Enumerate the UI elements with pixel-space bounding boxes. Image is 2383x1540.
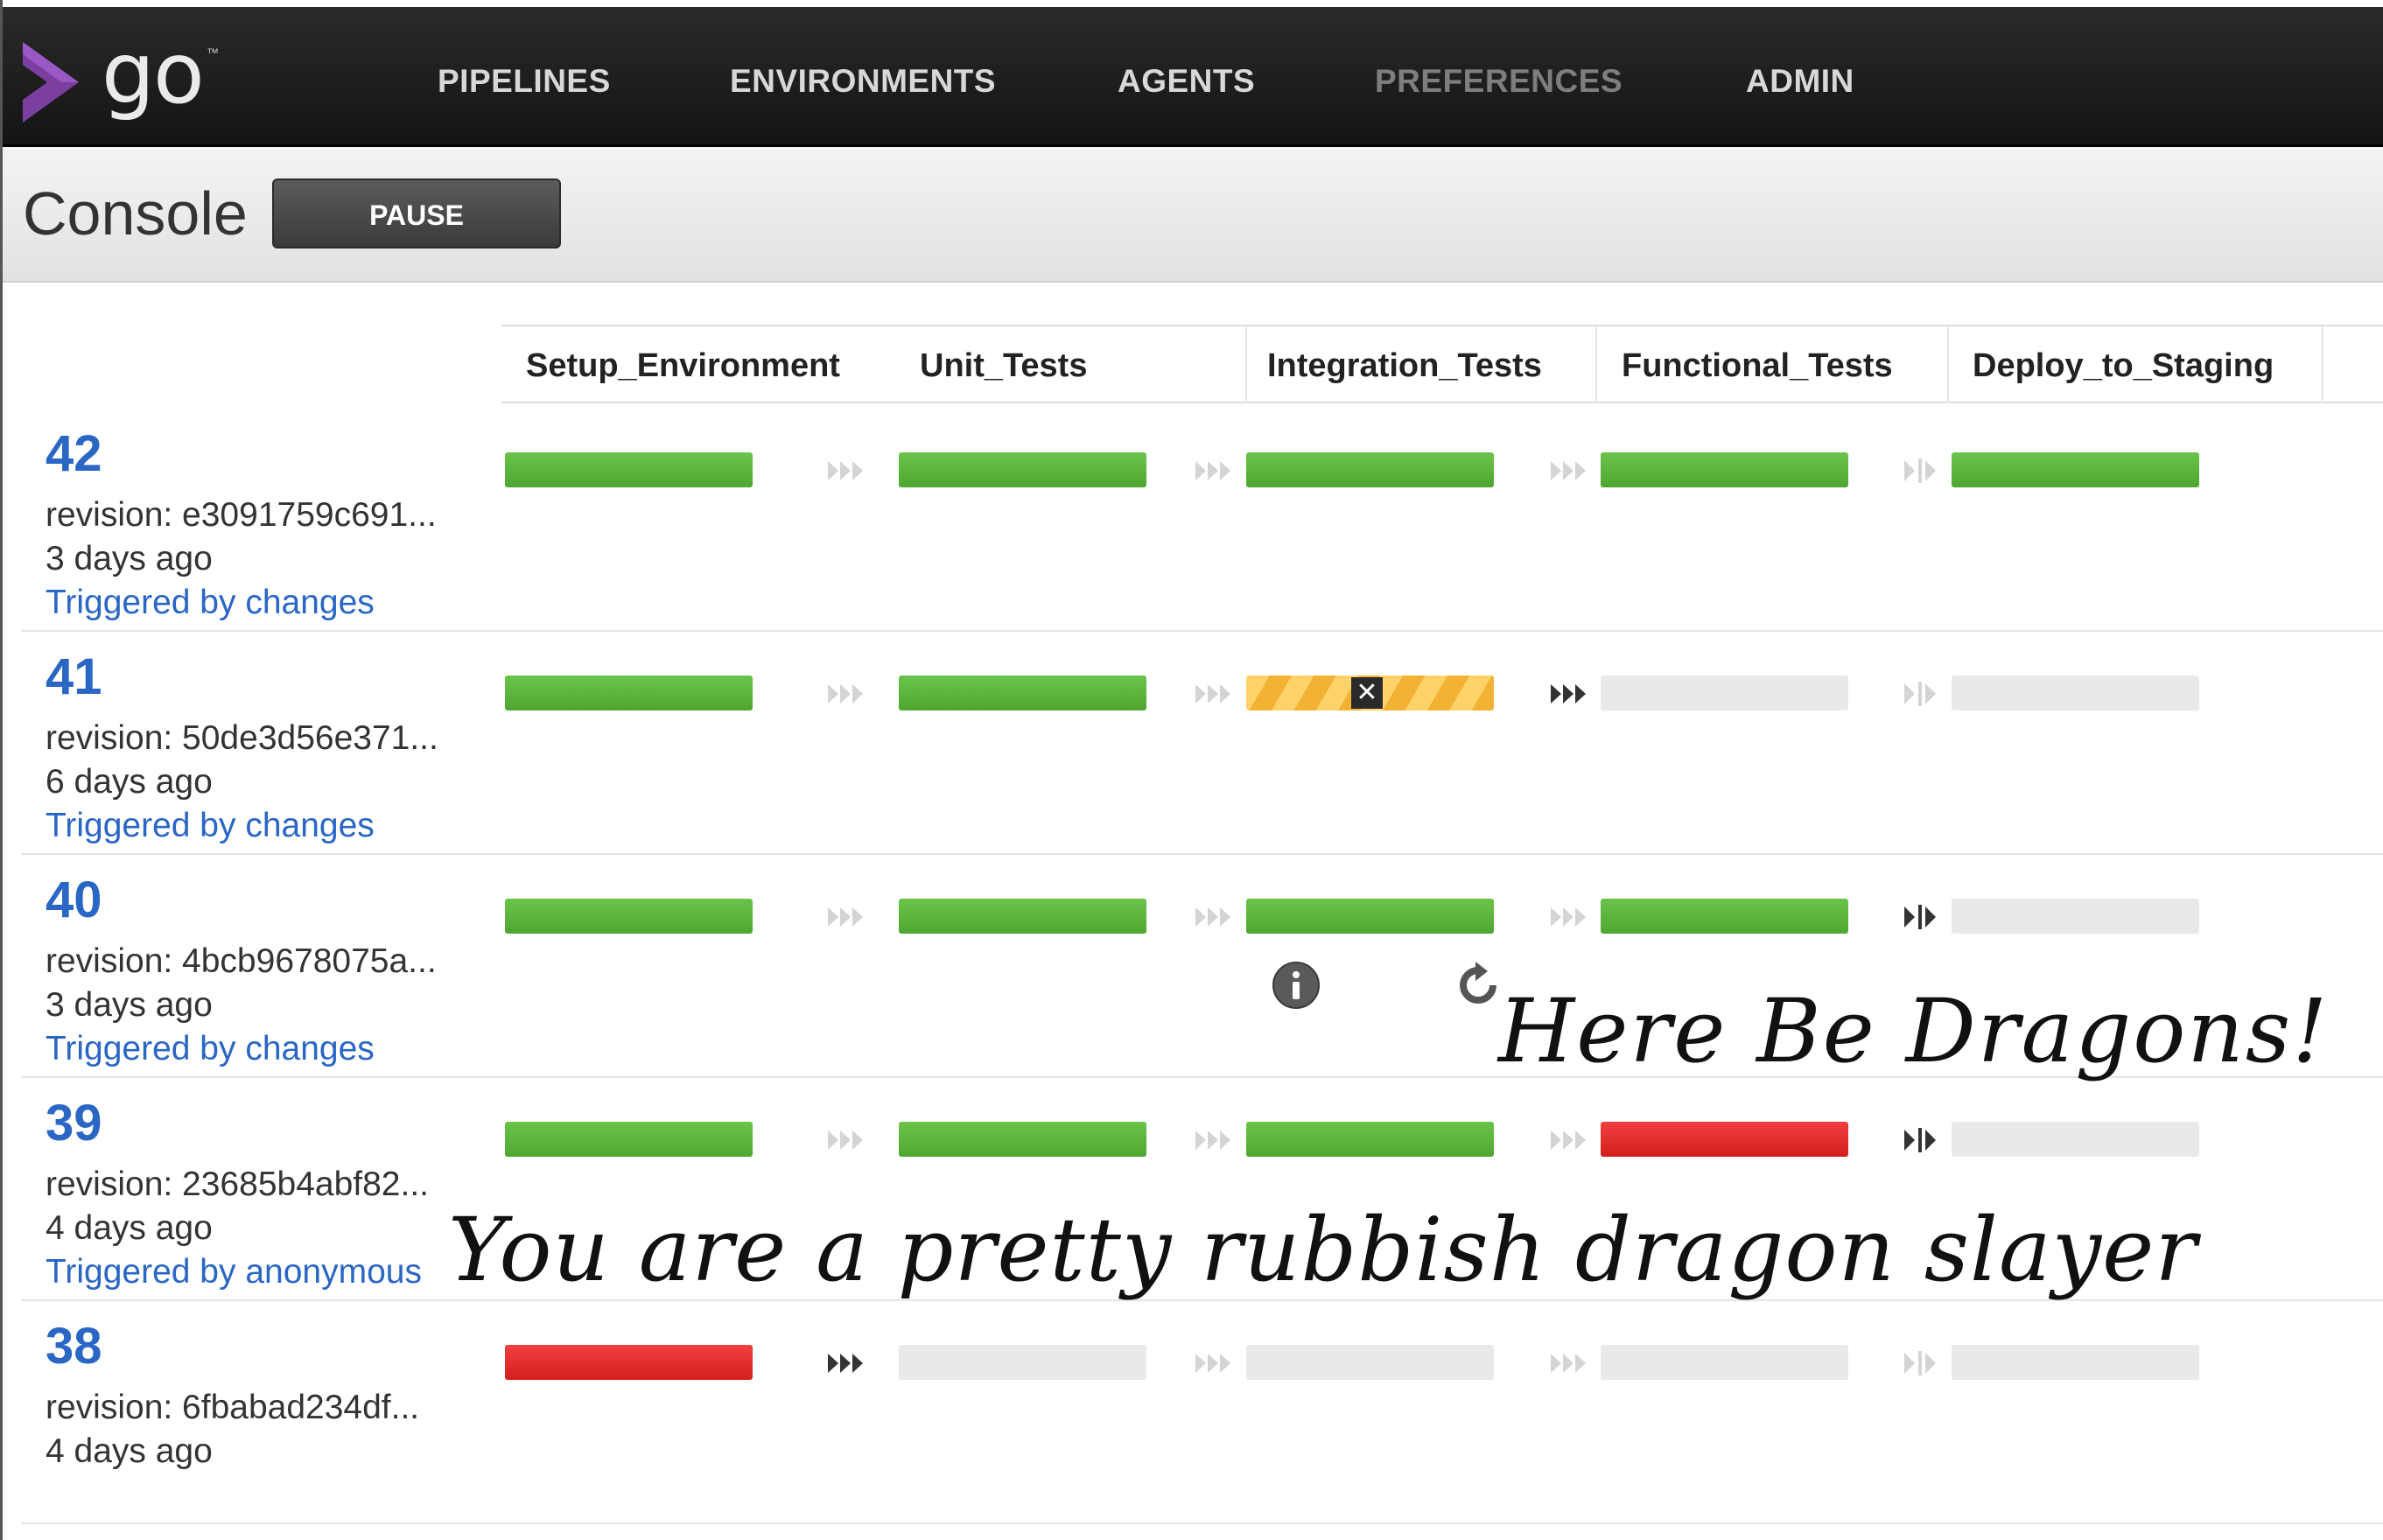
page: go ™ PIPELINES ENVIRONMENTS AGENTS PREFE… — [0, 0, 2383, 1540]
auto-transition-icon — [1545, 457, 1598, 485]
left-edge — [0, 0, 3, 1540]
stage-bar-passed[interactable] — [505, 899, 753, 934]
revision-text: revision: 4bcb9678075a... — [46, 942, 437, 980]
trigger-link[interactable]: Triggered by changes — [46, 1030, 375, 1068]
stage-bar-failed[interactable] — [1601, 1122, 1848, 1157]
stage-bar-empty[interactable] — [1952, 676, 2199, 710]
auto-transition-icon — [1545, 903, 1598, 931]
pipeline-counter-link[interactable]: 41 — [46, 648, 102, 706]
revision-text: revision: 50de3d56e371... — [46, 719, 438, 757]
stage-bar-passed[interactable] — [899, 676, 1146, 710]
pipeline-row: 41 revision: 50de3d56e371... 6 days ago Tri… — [21, 632, 2383, 855]
main-nav: PIPELINES ENVIRONMENTS AGENTS PREFERENCE… — [0, 63, 2383, 107]
stage-bar-empty[interactable] — [1952, 899, 2199, 934]
pipeline-row: 38 revision: 6fbabad234df... 4 days ago — [21, 1301, 2383, 1524]
auto-transition-icon — [1545, 1126, 1598, 1154]
manual-gate-icon[interactable] — [1892, 1126, 1945, 1154]
auto-transition-icon — [1190, 1349, 1243, 1377]
auto-transition-icon — [1190, 457, 1243, 485]
stage-bar-passed[interactable] — [1246, 452, 1494, 487]
auto-transition-icon — [1545, 1349, 1598, 1377]
stage-bar-empty[interactable] — [1246, 1345, 1494, 1380]
close-icon: ✕ — [1351, 677, 1383, 709]
stage-bar-passed[interactable] — [505, 676, 753, 710]
stage-header-integration-tests: Integration_Tests — [1267, 347, 1542, 384]
top-edge — [0, 0, 2383, 7]
annotation-dragon-slayer: You are a pretty rubbish dragon slayer — [448, 1199, 2198, 1301]
stage-bar-passed[interactable] — [1952, 452, 2199, 487]
pipeline-row: 42 revision: e3091759c691... 3 days ago Tri… — [21, 409, 2383, 632]
stage-bar-empty[interactable] — [1601, 676, 1848, 710]
auto-transition-icon — [1190, 680, 1243, 708]
time-ago-text: 3 days ago — [46, 986, 213, 1024]
top-nav-bar: go ™ PIPELINES ENVIRONMENTS AGENTS PREFE… — [0, 7, 2383, 147]
annotation-here-be-dragons: Here Be Dragons! — [1498, 980, 2330, 1082]
nav-environments[interactable]: ENVIRONMENTS — [730, 63, 996, 100]
stage-header-row: Setup_Environment Unit_Tests Integration… — [501, 325, 2383, 403]
trigger-link[interactable]: Triggered by changes — [46, 807, 375, 845]
stage-header-functional-tests: Functional_Tests — [1622, 347, 1893, 384]
column-divider — [2322, 326, 2323, 403]
auto-transition-icon — [823, 903, 875, 931]
column-divider — [1947, 326, 1949, 403]
time-ago-text: 4 days ago — [46, 1432, 213, 1470]
auto-transition-icon — [1545, 680, 1598, 708]
stage-bar-passed[interactable] — [1246, 899, 1494, 934]
auto-transition-icon — [823, 1126, 875, 1154]
logo-trademark: ™ — [207, 46, 219, 60]
pause-button[interactable]: PAUSE — [272, 178, 561, 248]
manual-gate-icon[interactable] — [1892, 1349, 1945, 1377]
trigger-link[interactable]: Triggered by changes — [46, 584, 375, 622]
time-ago-text: 6 days ago — [46, 763, 213, 801]
manual-gate-icon[interactable] — [1892, 457, 1945, 485]
stage-bar-passed[interactable] — [1601, 452, 1848, 487]
page-title: Console — [23, 179, 248, 248]
stage-bar-empty[interactable] — [1601, 1345, 1848, 1380]
console-header: Console PAUSE — [0, 147, 2383, 283]
stage-bar-empty[interactable] — [1952, 1122, 2199, 1157]
column-divider — [1245, 326, 1247, 403]
stage-bar-cancelled[interactable]: ✕ — [1246, 676, 1494, 710]
pipeline-counter-link[interactable]: 38 — [46, 1317, 102, 1376]
stage-bar-passed[interactable] — [899, 899, 1146, 934]
stage-bar-empty[interactable] — [899, 1345, 1146, 1380]
auto-transition-icon — [1190, 903, 1243, 931]
trigger-link[interactable]: Triggered by anonymous — [46, 1253, 422, 1292]
stage-bar-passed[interactable] — [1601, 899, 1848, 934]
revision-text: revision: 6fbabad234df... — [46, 1389, 420, 1426]
manual-gate-icon[interactable] — [1892, 903, 1945, 931]
nav-pipelines[interactable]: PIPELINES — [438, 63, 611, 100]
manual-gate-icon[interactable] — [1892, 680, 1945, 708]
stage-bar-failed[interactable] — [505, 1345, 753, 1380]
nav-agents[interactable]: AGENTS — [1118, 63, 1255, 100]
auto-transition-icon — [1190, 1126, 1243, 1154]
pipeline-counter-link[interactable]: 42 — [46, 424, 102, 483]
auto-transition-icon — [823, 1349, 875, 1377]
info-icon[interactable] — [1271, 960, 1321, 1011]
stage-header-unit-tests: Unit_Tests — [920, 347, 1088, 384]
stage-header-deploy-to-staging: Deploy_to_Staging — [1973, 347, 2274, 384]
pipeline-counter-link[interactable]: 39 — [46, 1094, 102, 1152]
pipeline-counter-link[interactable]: 40 — [46, 871, 102, 929]
stage-bar-empty[interactable] — [1952, 1345, 2199, 1380]
time-ago-text: 4 days ago — [46, 1209, 213, 1247]
column-divider — [1595, 326, 1597, 403]
stage-bar-passed[interactable] — [505, 452, 753, 487]
stage-bar-passed[interactable] — [1246, 1122, 1494, 1157]
nav-preferences[interactable]: PREFERENCES — [1375, 63, 1623, 100]
time-ago-text: 3 days ago — [46, 540, 213, 578]
stage-header-setup-environment: Setup_Environment — [526, 347, 840, 384]
stage-bar-passed[interactable] — [899, 1122, 1146, 1157]
rerun-icon[interactable] — [1453, 960, 1503, 1011]
stage-bar-passed[interactable] — [505, 1122, 753, 1157]
revision-text: revision: e3091759c691... — [46, 496, 437, 534]
stage-bar-passed[interactable] — [899, 452, 1146, 487]
revision-text: revision: 23685b4abf82... — [46, 1166, 429, 1203]
auto-transition-icon — [823, 680, 875, 708]
nav-admin[interactable]: ADMIN — [1746, 63, 1854, 100]
auto-transition-icon — [823, 457, 875, 485]
